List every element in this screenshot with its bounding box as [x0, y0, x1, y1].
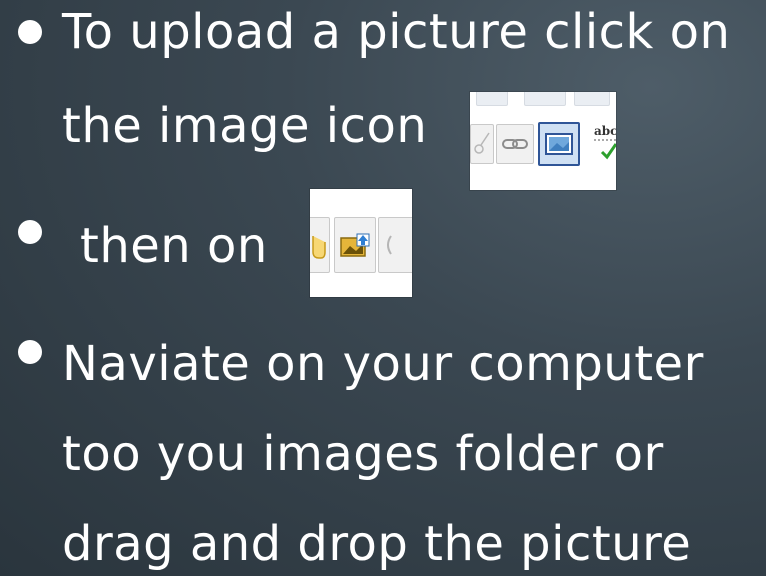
toolbar-row-upper — [574, 92, 610, 106]
toolbar-button-partial[interactable] — [378, 217, 412, 273]
bullet-2-line-1: then on — [80, 218, 268, 274]
link-icon[interactable] — [496, 124, 534, 164]
upload-image-icon[interactable] — [334, 217, 376, 273]
toolbar-screenshot-upload-button — [310, 189, 412, 297]
spellcheck-icon[interactable]: abc — [582, 122, 616, 162]
image-icon[interactable] — [538, 122, 580, 166]
toolbar-row-upper — [524, 92, 566, 106]
bullet-1-line-1: To upload a picture click on — [62, 4, 731, 60]
bullet-3-line-2: too you images folder or — [62, 426, 664, 482]
bullet-3-line-3: drag and drop the picture — [62, 516, 692, 572]
bullet-3-line-1: Naviate on your computer — [62, 336, 704, 392]
slide: To upload a picture click on the image i… — [0, 0, 766, 576]
bullet-2-marker — [18, 220, 42, 244]
scissors-icon[interactable] — [470, 124, 494, 164]
toolbar-screenshot-image-button: abc — [470, 92, 616, 190]
bullet-3-marker — [18, 340, 42, 364]
bullet-1-line-2: the image icon — [62, 98, 428, 154]
toolbar-row-upper — [476, 92, 508, 106]
bullet-1-marker — [18, 20, 42, 44]
hand-icon[interactable] — [310, 217, 330, 273]
